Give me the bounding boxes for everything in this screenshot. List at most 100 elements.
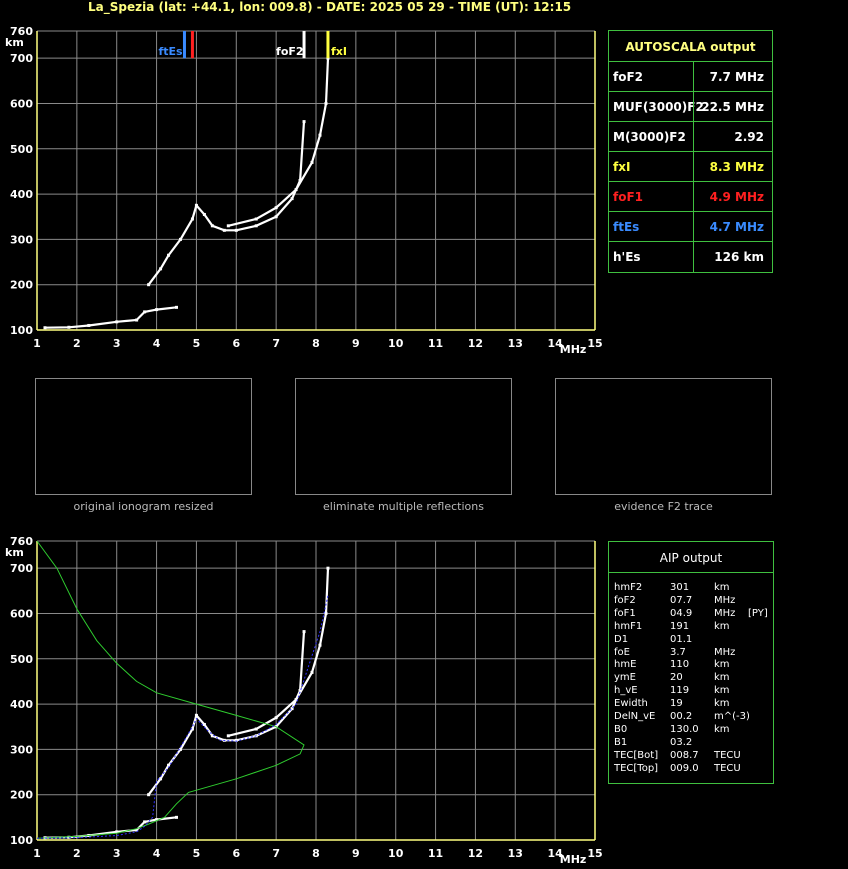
- x-tick-label: 10: [388, 847, 404, 860]
- x-tick-label: 12: [468, 337, 483, 350]
- aip-unit: m^(-3): [714, 711, 750, 722]
- marker-label-foF2: foF2: [276, 45, 304, 58]
- aip-flag: [PY]: [748, 607, 768, 619]
- x-tick-label: 6: [232, 847, 240, 860]
- aip-unit: km: [714, 620, 730, 632]
- autoscala-row: foF2 7.7 MHz: [609, 61, 772, 92]
- y-tick-label: 200: [10, 789, 33, 802]
- aip-value: 19: [670, 698, 683, 710]
- autoscala-title: AUTOSCALA output: [625, 40, 756, 54]
- aip-unit: MHz: [714, 607, 736, 619]
- autoscala-key: fxI: [613, 160, 631, 174]
- trace-point: [147, 793, 151, 797]
- trace-point: [194, 713, 198, 717]
- y-tick-label: 200: [10, 279, 33, 292]
- y-tick-label: 700: [10, 52, 33, 65]
- aip-unit: TECU: [714, 749, 741, 761]
- trace-point: [324, 101, 328, 105]
- autoscala-value: 4.7 MHz: [709, 220, 764, 234]
- trace-point: [254, 727, 258, 731]
- trace-point: [194, 203, 198, 207]
- trace-point: [324, 611, 328, 615]
- autoscala-table: AUTOSCALA output foF2 7.7 MHz MUF(3000)F2 2…: [608, 30, 773, 273]
- aip-value: 03.2: [670, 736, 693, 748]
- trace-point: [155, 308, 159, 312]
- trace-point: [147, 283, 151, 287]
- y-tick-label: 400: [10, 188, 33, 201]
- aip-unit: MHz: [714, 646, 736, 658]
- aip-unit: km: [714, 698, 730, 710]
- trace-point: [226, 224, 230, 228]
- aip-key: hmF2: [614, 582, 643, 593]
- autoscala-row: M(3000)F2 2.92: [609, 121, 772, 152]
- trace-point: [226, 734, 230, 738]
- y-tick-label: 300: [10, 743, 33, 756]
- marker-label-fxI: fxI: [331, 45, 347, 58]
- autoscala-key: foF2: [613, 70, 644, 84]
- autoscala-value: 7.7 MHz: [709, 70, 764, 84]
- trace-point: [210, 224, 214, 228]
- aip-value: 119: [670, 685, 690, 697]
- trace-point: [310, 160, 314, 164]
- aip-unit: km: [714, 685, 730, 697]
- aip-unit: TECU: [714, 762, 741, 774]
- y-tick-label: 100: [10, 834, 33, 847]
- trace-point: [274, 215, 278, 219]
- autoscala-value: 22.5 MHz: [701, 100, 764, 114]
- autoscala-key: ftEs: [613, 220, 640, 234]
- aip-unit: km: [714, 582, 730, 593]
- aip-unit: km: [714, 672, 730, 684]
- aip-key: B1: [614, 736, 628, 748]
- trace-point: [302, 630, 306, 634]
- trace-point: [254, 217, 258, 221]
- trace-point: [254, 224, 258, 228]
- trace-point: [190, 217, 194, 221]
- trace-point: [234, 228, 238, 232]
- aip-key: h_vE: [614, 685, 638, 697]
- trace-point: [159, 777, 163, 781]
- thumbnail-evidence[interactable]: [555, 378, 772, 495]
- trace-point: [67, 325, 71, 329]
- x-tick-label: 4: [153, 847, 161, 860]
- thumbnail-original[interactable]: [35, 378, 252, 495]
- aip-key: ymE: [614, 672, 636, 684]
- trace-point: [115, 320, 119, 324]
- aip-value: 00.2: [670, 711, 693, 722]
- trace-point: [302, 120, 306, 124]
- trace-point: [43, 326, 47, 330]
- aip-value: 3.7: [670, 646, 686, 658]
- autoscala-row: ftEs 4.7 MHz: [609, 211, 772, 242]
- thumbnail-eliminate[interactable]: [295, 378, 512, 495]
- trace-point: [143, 820, 147, 824]
- x-tick-label: 11: [428, 847, 443, 860]
- x-tick-label: 8: [312, 847, 320, 860]
- y-tick-label: 500: [10, 143, 33, 156]
- aip-key: foF1: [614, 607, 636, 619]
- autoscala-row: fxI 8.3 MHz: [609, 151, 772, 182]
- aip-value: 191: [670, 620, 690, 632]
- trace-point: [318, 133, 322, 137]
- aip-value: 110: [670, 659, 690, 671]
- x-tick-label: 1: [33, 847, 41, 860]
- aip-key: TEC[Top]: [614, 762, 659, 774]
- x-tick-label: 8: [312, 337, 320, 350]
- x-tick-label: 10: [388, 337, 404, 350]
- marker-label-ftEs: ftEs: [158, 45, 183, 58]
- autoscala-row: h'Es 126 km: [609, 241, 772, 272]
- autoscala-row: MUF(3000)F2 22.5 MHz: [609, 91, 772, 122]
- trace-point: [326, 566, 330, 570]
- autoscala-value: 8.3 MHz: [709, 160, 764, 174]
- trace-point: [222, 228, 226, 232]
- trace-point: [318, 643, 322, 647]
- y-tick-label: 600: [10, 97, 33, 110]
- aip-key: foF2: [614, 594, 636, 606]
- thumbnail-caption-original: original ionogram resized: [73, 500, 214, 513]
- trace-point: [274, 716, 278, 720]
- trace-point: [135, 318, 139, 322]
- autoscala-key: foF1: [613, 190, 644, 204]
- autoscala-key: MUF(3000)F2: [613, 100, 704, 114]
- y-tick-label: 400: [10, 698, 33, 711]
- aip-value: 008.7: [670, 749, 699, 761]
- autoscala-value: 126 km: [714, 250, 764, 264]
- aip-value: 20: [670, 672, 683, 684]
